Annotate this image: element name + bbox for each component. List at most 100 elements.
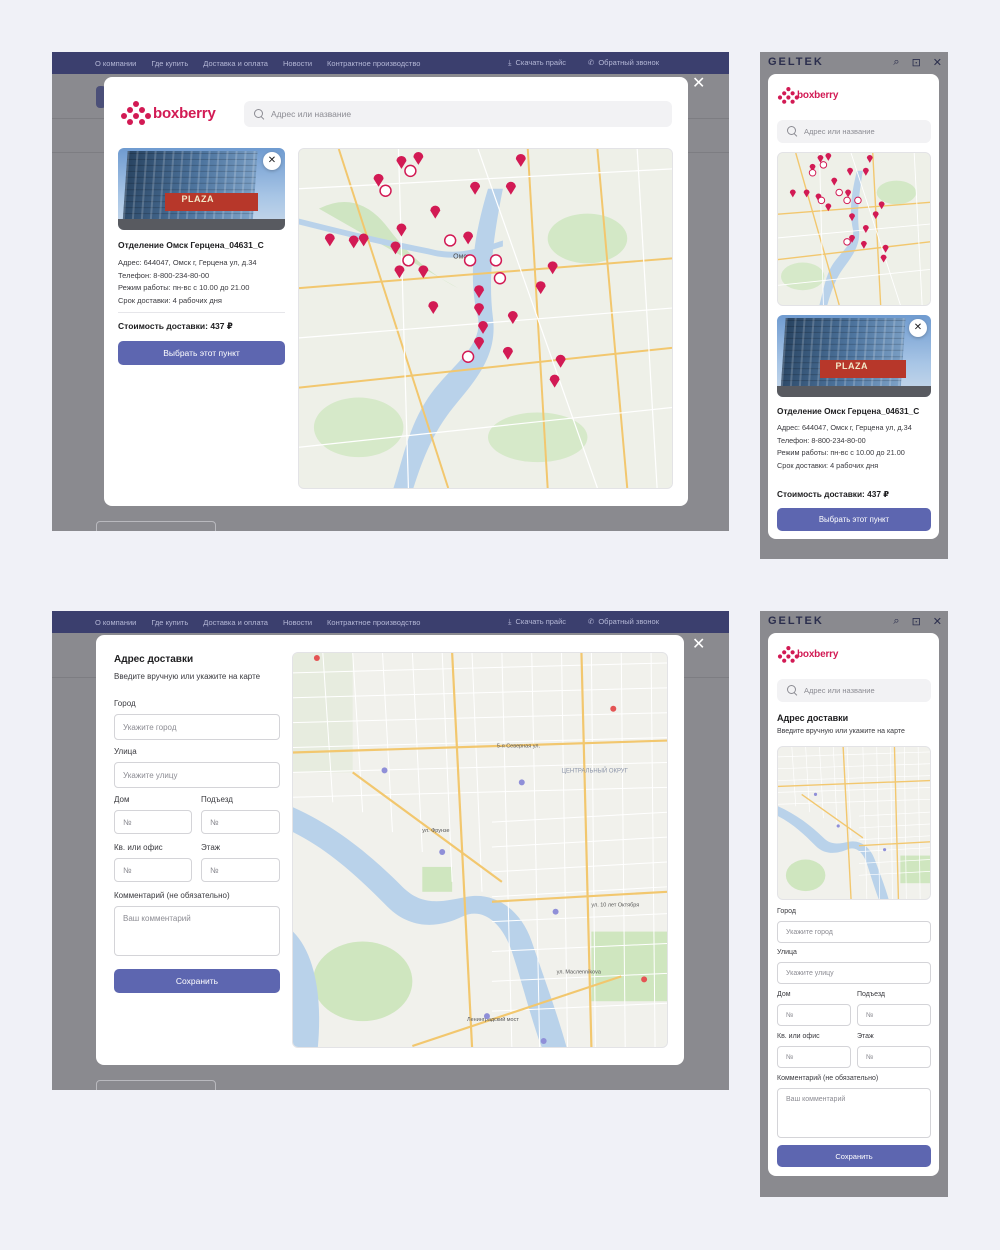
divider: [118, 312, 285, 313]
city-input[interactable]: Укажите город: [777, 921, 931, 943]
map-street-label: Ленинградский мост: [467, 1016, 519, 1023]
close-icon[interactable]: ✕: [933, 615, 942, 628]
close-icon[interactable]: ✕: [933, 56, 942, 69]
entrance-label: Подъезд: [857, 991, 885, 998]
desktop-address-frame: О компании Где купить Доставка и оплата …: [52, 611, 729, 1090]
search-icon: [254, 108, 265, 120]
select-point-button[interactable]: Выбрать этот пункт: [118, 341, 285, 365]
search-icon[interactable]: ⌕: [893, 615, 899, 628]
download-price-link[interactable]: ⤓ Скачать прайс: [508, 58, 566, 68]
floor-input[interactable]: №: [201, 858, 280, 882]
pickup-delivery-time: Срок доставки: 4 рабочих дня: [777, 460, 879, 470]
mobile-header: GELTEK ⌕ ⊡ ✕: [760, 52, 948, 72]
pickup-point-photo: PLAZA ✕: [777, 315, 931, 397]
cart-icon[interactable]: ⊡: [912, 615, 921, 628]
map-district-label: ЦЕНТРАЛЬНЫЙ ОКРУГ: [562, 766, 629, 774]
pickup-map-canvas: [778, 153, 930, 305]
search-input[interactable]: Адрес или название: [777, 120, 931, 143]
street-label: Улица: [777, 949, 797, 956]
pickup-map[interactable]: [777, 152, 931, 306]
geltek-logo: GELTEK: [768, 615, 824, 627]
boxberry-logo: boxberry: [777, 646, 839, 663]
nav-item-where-to-buy[interactable]: Где купить: [151, 59, 188, 68]
floor-label: Этаж: [857, 1033, 874, 1040]
cart-icon[interactable]: ⊡: [912, 56, 921, 69]
nav-item-news[interactable]: Новости: [283, 618, 312, 627]
form-title: Адрес доставки: [777, 713, 849, 723]
nav-item-contract[interactable]: Контрактное производство: [327, 618, 420, 627]
nav-item-company[interactable]: О компании: [95, 618, 136, 627]
nav-item-delivery[interactable]: Доставка и оплата: [203, 59, 268, 68]
pickup-address: Адрес: 644047, Омск г, Герцена ул, д.34: [777, 423, 912, 432]
close-photo-button[interactable]: ✕: [263, 152, 281, 170]
boxberry-wordmark: boxberry: [797, 89, 839, 101]
pickup-phone: Телефон: 8-800-234-80-00: [777, 435, 866, 445]
pickup-map[interactable]: Омск: [298, 148, 673, 489]
comment-textarea[interactable]: Ваш комментарий: [777, 1088, 931, 1138]
nav-item-where-to-buy[interactable]: Где купить: [151, 618, 188, 627]
top-navbar: О компании Где купить Доставка и оплата …: [52, 52, 729, 74]
phone-icon: ✆: [588, 58, 595, 67]
search-icon: [787, 126, 798, 137]
apartment-input[interactable]: №: [777, 1046, 851, 1068]
house-label: Дом: [114, 795, 130, 804]
comment-label: Комментарий (не обязательно): [777, 1075, 879, 1082]
save-button[interactable]: Сохранить: [114, 969, 280, 993]
nav-item-news[interactable]: Новости: [283, 59, 312, 68]
pickup-point-details: Адрес: 644047, Омск г, Герцена ул, д.34 …: [118, 257, 257, 307]
pickup-point-name: Отделение Омск Герцена_04631_С: [118, 240, 264, 250]
apartment-label: Кв. или офис: [114, 843, 163, 852]
house-input[interactable]: №: [777, 1004, 851, 1026]
close-icon[interactable]: ✕: [692, 76, 705, 92]
city-label: Город: [777, 908, 796, 915]
pickup-address: Адрес: 644047, Омск г, Герцена ул, д.34: [118, 258, 257, 267]
map-street-label: ул. 10 лет Октября: [591, 903, 639, 909]
close-icon: ✕: [913, 322, 923, 333]
house-input[interactable]: №: [114, 810, 192, 834]
entrance-label: Подъезд: [201, 795, 233, 804]
background-button: [96, 1080, 216, 1090]
search-input[interactable]: Адрес или название: [244, 101, 672, 127]
nav-item-company[interactable]: О компании: [95, 59, 136, 68]
address-modal: Адрес доставки Введите вручную или укажи…: [96, 635, 684, 1065]
download-price-link[interactable]: ⤓ Скачать прайс: [508, 617, 566, 627]
floor-input[interactable]: №: [857, 1046, 931, 1068]
nav-item-contract[interactable]: Контрактное производство: [327, 59, 420, 68]
background-button: [96, 521, 216, 531]
search-icon[interactable]: ⌕: [893, 56, 899, 69]
city-input[interactable]: Укажите город: [114, 714, 280, 740]
comment-textarea[interactable]: Ваш комментарий: [114, 906, 280, 956]
entrance-input[interactable]: №: [201, 810, 280, 834]
callback-link[interactable]: ✆ Обратный звонок: [588, 617, 659, 627]
boxberry-wordmark: boxberry: [797, 648, 839, 660]
select-point-button[interactable]: Выбрать этот пункт: [777, 508, 931, 531]
address-map[interactable]: [777, 746, 931, 900]
nav-item-delivery[interactable]: Доставка и оплата: [203, 618, 268, 627]
street-input[interactable]: Укажите улицу: [777, 962, 931, 984]
apartment-input[interactable]: №: [114, 858, 192, 882]
callback-link[interactable]: ✆ Обратный звонок: [588, 58, 659, 68]
close-icon[interactable]: ✕: [692, 637, 705, 653]
search-input[interactable]: Адрес или название: [777, 679, 931, 702]
save-button[interactable]: Сохранить: [777, 1145, 931, 1167]
entrance-input[interactable]: №: [857, 1004, 931, 1026]
pickup-hours: Режим работы: пн-вс с 10.00 до 21.00: [777, 448, 905, 458]
address-map[interactable]: ЦЕНТРАЛЬНЫЙ ОКРУГ 5-я Северная ул. ул. Ф…: [292, 652, 668, 1048]
boxberry-logo: boxberry: [777, 87, 839, 104]
close-photo-button[interactable]: ✕: [909, 319, 927, 337]
pickup-phone: Телефон: 8-800-234-80-00: [118, 270, 210, 280]
address-map-canvas: ЦЕНТРАЛЬНЫЙ ОКРУГ 5-я Северная ул. ул. Ф…: [293, 653, 667, 1047]
geltek-logo: GELTEK: [768, 56, 824, 68]
street-input[interactable]: Укажите улицу: [114, 762, 280, 788]
pickup-map-canvas: Омск: [299, 149, 672, 488]
apartment-label: Кв. или офис: [777, 1033, 820, 1040]
pickup-point-details: Адрес: 644047, Омск г, Герцена ул, д.34 …: [777, 422, 912, 472]
top-navbar: О компании Где купить Доставка и оплата …: [52, 611, 729, 633]
form-title: Адрес доставки: [114, 654, 194, 665]
house-label: Дом: [777, 991, 791, 998]
download-icon: ⤓: [508, 58, 512, 67]
search-icon: [787, 685, 798, 696]
desktop-pickup-frame: О компании Где купить Доставка и оплата …: [52, 52, 729, 531]
mobile-address-frame: GELTEK ⌕ ⊡ ✕ boxberry Адрес или название…: [760, 611, 948, 1197]
pickup-delivery-time: Срок доставки: 4 рабочих дня: [118, 295, 222, 305]
